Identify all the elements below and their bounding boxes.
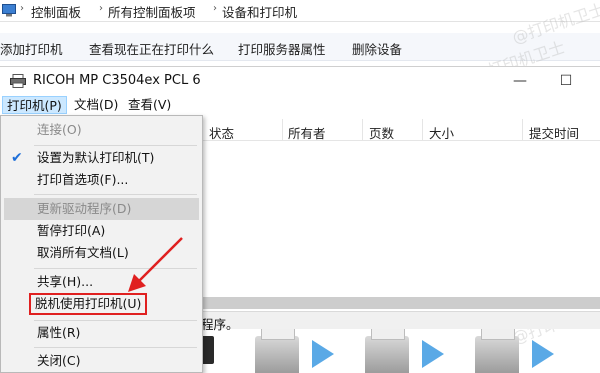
printer-icon: [10, 74, 26, 88]
menu-item-connect: 连接(O): [37, 122, 82, 137]
minimize-button[interactable]: —: [510, 71, 530, 91]
breadcrumb-all-items[interactable]: 所有控制面板项: [108, 2, 196, 21]
column-status[interactable]: 状态: [209, 123, 234, 142]
play-overlay-icon: [312, 340, 334, 368]
remove-device-button[interactable]: 删除设备: [352, 39, 402, 58]
menu-separator: [34, 268, 197, 269]
menu-bar: 打印机(P) 文档(D) 查看(V): [0, 95, 600, 115]
breadcrumb-separator: ›: [99, 3, 103, 14]
address-bar[interactable]: › 控制面板 › 所有控制面板项 › 设备和打印机: [0, 0, 600, 22]
title-bar[interactable]: RICOH MP C3504ex PCL 6 — ☐: [0, 67, 600, 95]
menu-item-update-driver: 更新驱动程序(D): [4, 198, 199, 220]
menu-item-close[interactable]: 关闭(C): [4, 350, 199, 372]
column-divider[interactable]: [362, 119, 363, 141]
menu-separator: [34, 194, 197, 195]
play-overlay-icon: [532, 340, 554, 368]
menu-document[interactable]: 文档(D): [70, 96, 122, 114]
menu-item-pause-printing[interactable]: 暂停打印(A): [4, 220, 199, 242]
menu-view[interactable]: 查看(V): [124, 96, 175, 114]
play-overlay-icon: [422, 340, 444, 368]
breadcrumb-control-panel[interactable]: 控制面板: [31, 2, 81, 21]
menu-item-share[interactable]: 共享(H)...: [4, 271, 199, 293]
command-bar: 添加打印机 查看现在正在打印什么 打印服务器属性 删除设备: [0, 33, 600, 61]
device-icons-row: [200, 328, 600, 373]
column-pages[interactable]: 页数: [369, 123, 394, 142]
menu-item-properties[interactable]: 属性(R): [4, 322, 199, 344]
menu-item-set-default[interactable]: 设置为默认打印机(T): [4, 147, 199, 169]
column-divider[interactable]: [282, 119, 283, 141]
printer-menu-dropdown: 连接(O) ✔ 设置为默认打印机(T) 打印首选项(F)... 更新驱动程序(D…: [0, 115, 203, 373]
breadcrumb-separator: ›: [20, 3, 24, 14]
menu-item-cancel-all[interactable]: 取消所有文档(L): [4, 242, 199, 264]
window-title: RICOH MP C3504ex PCL 6: [33, 73, 201, 88]
maximize-button[interactable]: ☐: [556, 71, 576, 91]
printer-device-icon[interactable]: [365, 328, 409, 373]
add-printer-button[interactable]: 添加打印机: [0, 39, 63, 58]
menu-printer[interactable]: 打印机(P): [2, 96, 67, 114]
menu-item-preferences[interactable]: 打印首选项(F)...: [4, 169, 199, 191]
print-server-properties-button[interactable]: 打印服务器属性: [238, 39, 326, 58]
printer-device-icon[interactable]: [475, 328, 519, 373]
column-size[interactable]: 大小: [429, 123, 454, 142]
horizontal-scrollbar[interactable]: [200, 297, 600, 309]
menu-item-use-offline[interactable]: 脱机使用打印机(U): [29, 293, 148, 315]
breadcrumb-devices-printers[interactable]: 设备和打印机: [222, 2, 297, 21]
column-submitted[interactable]: 提交时间: [529, 123, 579, 142]
column-divider[interactable]: [422, 119, 423, 141]
column-divider[interactable]: [522, 119, 523, 141]
menu-separator: [34, 320, 197, 321]
breadcrumb-separator: ›: [213, 3, 217, 14]
menu-separator: [34, 145, 197, 146]
see-whats-printing-button[interactable]: 查看现在正在打印什么: [89, 39, 214, 58]
control-panel-icon: [2, 4, 16, 17]
printer-device-icon[interactable]: [255, 328, 299, 373]
menu-separator: [34, 347, 197, 348]
column-owner[interactable]: 所有者: [288, 123, 326, 142]
status-text: 程序。: [201, 317, 239, 332]
